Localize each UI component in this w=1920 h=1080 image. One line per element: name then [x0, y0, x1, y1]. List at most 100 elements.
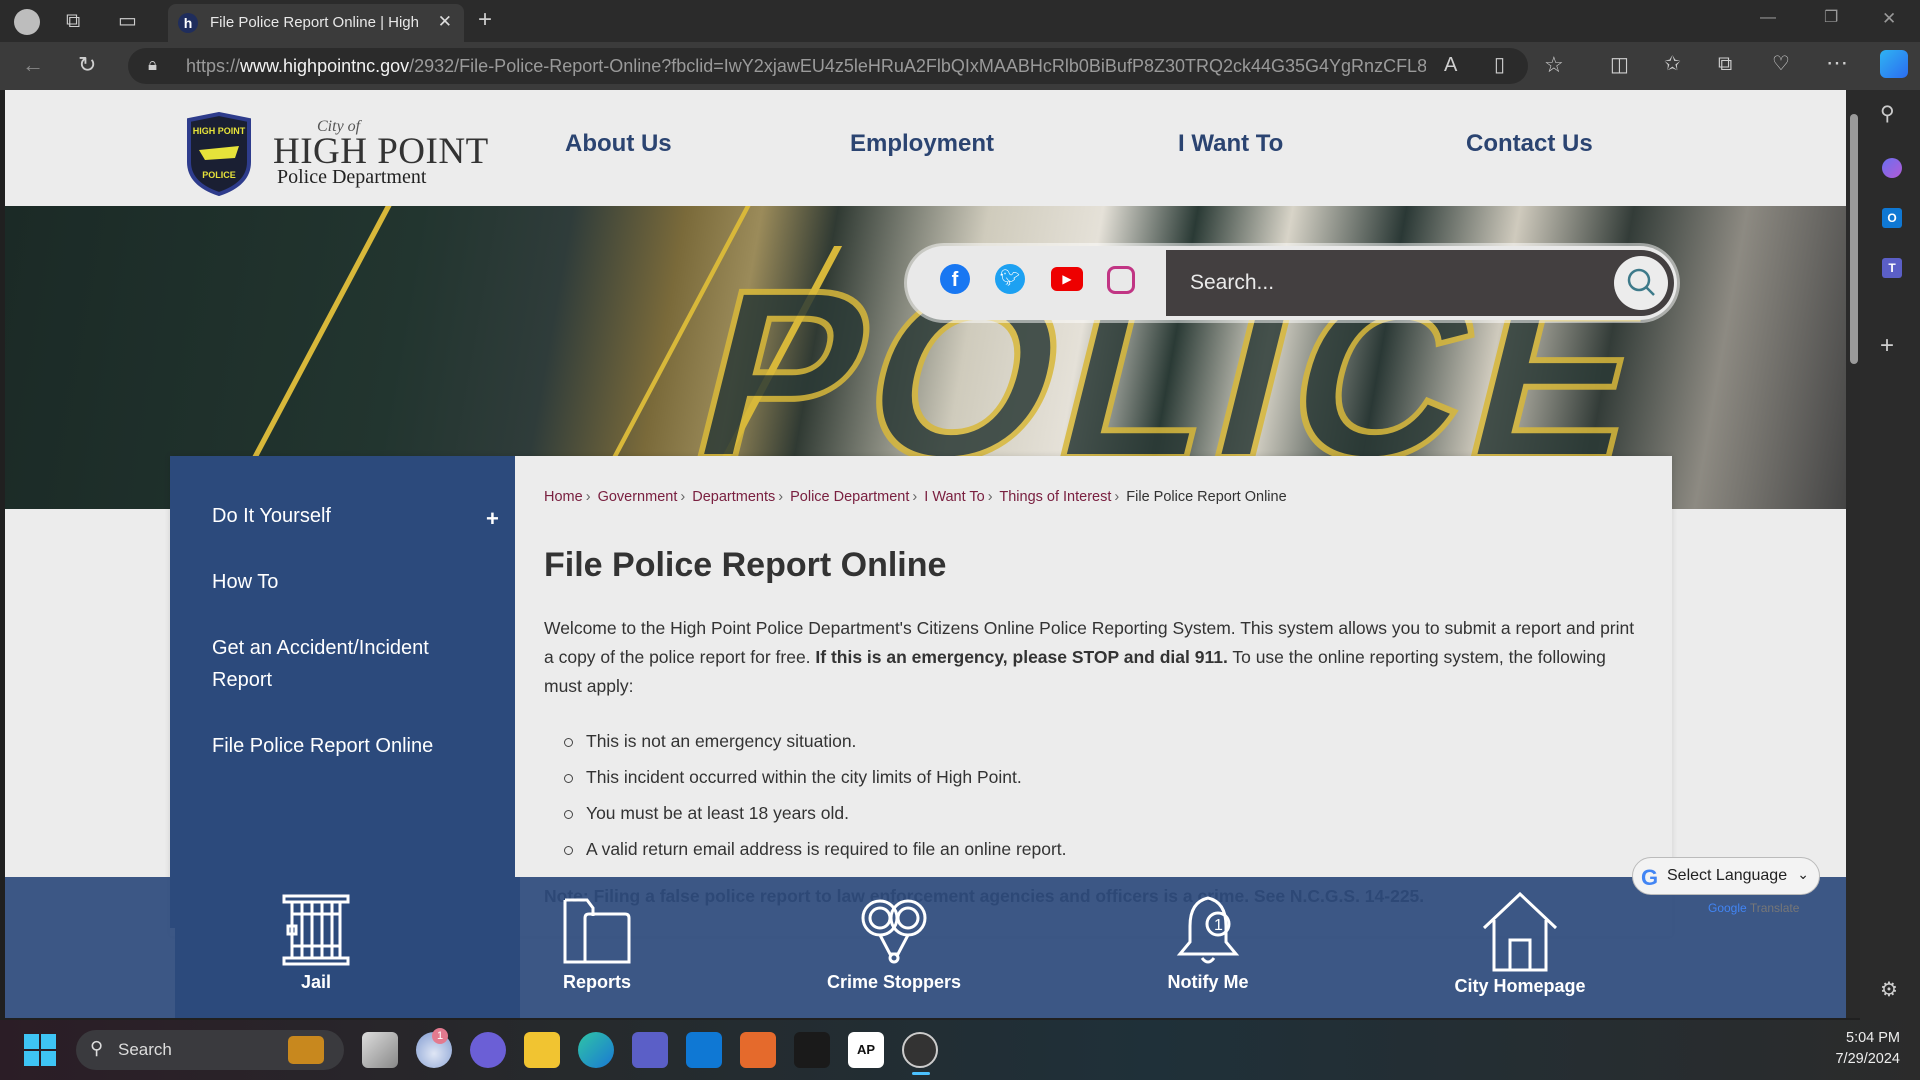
browser-essentials-icon[interactable]: ♡ — [1772, 54, 1790, 74]
intro-paragraph: Welcome to the High Point Police Departm… — [544, 618, 1635, 696]
read-aloud-icon[interactable]: A — [1444, 55, 1457, 75]
file-explorer-icon[interactable] — [524, 1032, 560, 1068]
split-screen-icon[interactable]: ◫ — [1610, 55, 1629, 75]
active-app-indicator — [912, 1072, 930, 1075]
maximize-button[interactable]: ❐ — [1824, 10, 1838, 26]
breadcrumb-current: File Police Report Online — [1126, 489, 1287, 505]
magnifier-icon — [1627, 268, 1655, 296]
app-chevrons-icon[interactable] — [794, 1032, 830, 1068]
badge-bottom-text: POLICE — [202, 170, 236, 180]
outlook-taskbar-icon[interactable] — [686, 1032, 722, 1068]
start-button[interactable] — [24, 1034, 56, 1066]
google-g-icon: G — [1641, 865, 1659, 890]
system-clock[interactable]: 5:04 PM 7/29/2024 — [1835, 1028, 1900, 1070]
url-text[interactable]: https://www.highpointnc.gov/2932/File-Po… — [186, 56, 1426, 77]
quick-link-notify-me[interactable]: 1 Notify Me — [1128, 892, 1288, 993]
requirements-list: This is not an emergency situation. This… — [564, 723, 1067, 867]
youtube-icon[interactable]: ▶ — [1051, 267, 1083, 291]
lock-icon[interactable]: 🔒︎ — [148, 56, 157, 73]
breadcrumb-things-of-interest[interactable]: Things of Interest — [999, 489, 1111, 505]
teams-icon[interactable]: T — [1882, 258, 1902, 278]
add-sidebar-app-icon[interactable]: + — [1880, 334, 1894, 358]
copilot-sidebar-icon[interactable] — [1882, 158, 1902, 178]
search-button[interactable] — [1614, 256, 1668, 310]
more-icon[interactable]: ⋯ — [1826, 52, 1848, 74]
quick-link-label: Crime Stoppers — [826, 972, 962, 992]
instagram-icon[interactable] — [1107, 266, 1135, 294]
site-header: HIGH POINT POLICE City of HIGH POINT Pol… — [5, 90, 1846, 206]
expand-plus-icon[interactable]: + — [486, 506, 499, 532]
sidenav-do-it-yourself[interactable]: Do It Yourself — [212, 500, 472, 532]
breadcrumb-government[interactable]: Government — [598, 489, 678, 505]
bell-icon: 1 — [1176, 896, 1240, 964]
favorites-icon[interactable]: ✩ — [1664, 54, 1681, 74]
requirement-item: This is not an emergency situation. — [564, 723, 1067, 759]
emergency-warning: If this is an emergency, please STOP and… — [815, 647, 1228, 667]
tab-actions-icon[interactable]: ▭ — [118, 11, 137, 31]
active-tab[interactable]: h File Police Report Online | High Point… — [168, 4, 464, 42]
site-favicon-icon: h — [178, 13, 198, 33]
refresh-icon[interactable]: ↻ — [78, 54, 96, 76]
svg-text:1: 1 — [1214, 917, 1223, 934]
edge-sidebar — [1860, 90, 1920, 1022]
quick-link-jail[interactable]: Jail — [236, 892, 396, 993]
powered-by-google-translate[interactable]: Google Translate — [1708, 901, 1799, 915]
immersive-reader-icon[interactable]: ▯ — [1494, 55, 1505, 75]
tab-title: File Police Report Online | High Point — [210, 14, 420, 31]
nav-i-want-to[interactable]: I Want To — [1178, 130, 1283, 158]
police-badge-logo[interactable]: HIGH POINT POLICE — [183, 111, 255, 197]
copilot-icon[interactable] — [1880, 50, 1908, 78]
jail-icon — [282, 894, 350, 966]
nav-about-us[interactable]: About Us — [565, 130, 672, 158]
breadcrumb-police-department[interactable]: Police Department — [790, 489, 909, 505]
collections-icon[interactable]: ⧉ — [1718, 54, 1732, 74]
facebook-icon[interactable]: f — [940, 264, 970, 294]
new-tab-button[interactable]: + — [478, 8, 492, 32]
site-search-input[interactable] — [1190, 266, 1590, 300]
close-window-button[interactable]: ✕ — [1882, 10, 1896, 27]
select-language-dropdown[interactable]: G Select Language ⌄ — [1632, 857, 1820, 895]
task-view-icon[interactable] — [362, 1032, 398, 1068]
requirement-item: You must be at least 18 years old. — [564, 795, 1067, 831]
sidenav-how-to[interactable]: How To — [212, 566, 472, 598]
breadcrumb: Home › Government › Departments › Police De… — [544, 489, 1287, 505]
sidenav-file-police-report[interactable]: File Police Report Online — [212, 730, 472, 762]
requirement-item: A valid return email address is required… — [564, 831, 1067, 867]
breadcrumb-departments[interactable]: Departments — [692, 489, 775, 505]
nav-employment[interactable]: Employment — [850, 130, 994, 158]
minimize-button[interactable]: — — [1760, 10, 1776, 26]
edge-icon[interactable] — [578, 1032, 614, 1068]
search-icon[interactable]: ⚲ — [1880, 104, 1895, 124]
settings-icon[interactable]: ⚙ — [1880, 980, 1898, 1000]
favorite-star-icon[interactable]: ☆ — [1544, 54, 1564, 76]
obs-icon[interactable] — [902, 1032, 938, 1068]
handcuffs-icon — [861, 899, 927, 964]
teams-taskbar-icon[interactable] — [632, 1032, 668, 1068]
quick-link-label: Jail — [300, 972, 332, 992]
taskbar-search[interactable]: ⚲ Search — [76, 1030, 344, 1070]
breadcrumb-i-want-to[interactable]: I Want To — [924, 489, 984, 505]
nav-contact-us[interactable]: Contact Us — [1466, 130, 1593, 158]
quick-link-city-homepage[interactable]: City Homepage — [1440, 892, 1600, 997]
workspaces-icon[interactable]: ⧉ — [66, 11, 80, 31]
folder-icon — [563, 898, 631, 964]
close-tab-icon[interactable]: ✕ — [438, 12, 452, 32]
scrollbar-thumb[interactable] — [1850, 114, 1858, 364]
quick-link-reports[interactable]: Reports — [517, 892, 677, 993]
outlook-icon[interactable]: O — [1882, 208, 1902, 228]
logo-dept-name: Police Department — [277, 166, 427, 188]
weather-badge: 1 — [432, 1028, 448, 1044]
twitter-icon[interactable]: 🐦︎ — [995, 264, 1025, 294]
sidenav-accident-report[interactable]: Get an Accident/Incident Report — [212, 632, 472, 696]
quick-link-label: Reports — [562, 972, 631, 992]
chevron-down-icon: ⌄ — [1797, 866, 1809, 882]
back-icon[interactable]: ← — [22, 54, 44, 76]
meet-icon[interactable] — [470, 1032, 506, 1068]
app-r-icon[interactable] — [740, 1032, 776, 1068]
profile-icon[interactable] — [14, 9, 40, 35]
ap-news-icon[interactable]: AP — [848, 1032, 884, 1068]
quick-link-crime-stoppers[interactable]: Crime Stoppers — [814, 892, 974, 993]
breadcrumb-home[interactable]: Home — [544, 489, 583, 505]
requirement-item: This incident occurred within the city l… — [564, 759, 1067, 795]
quick-link-label: Notify Me — [1167, 972, 1249, 992]
